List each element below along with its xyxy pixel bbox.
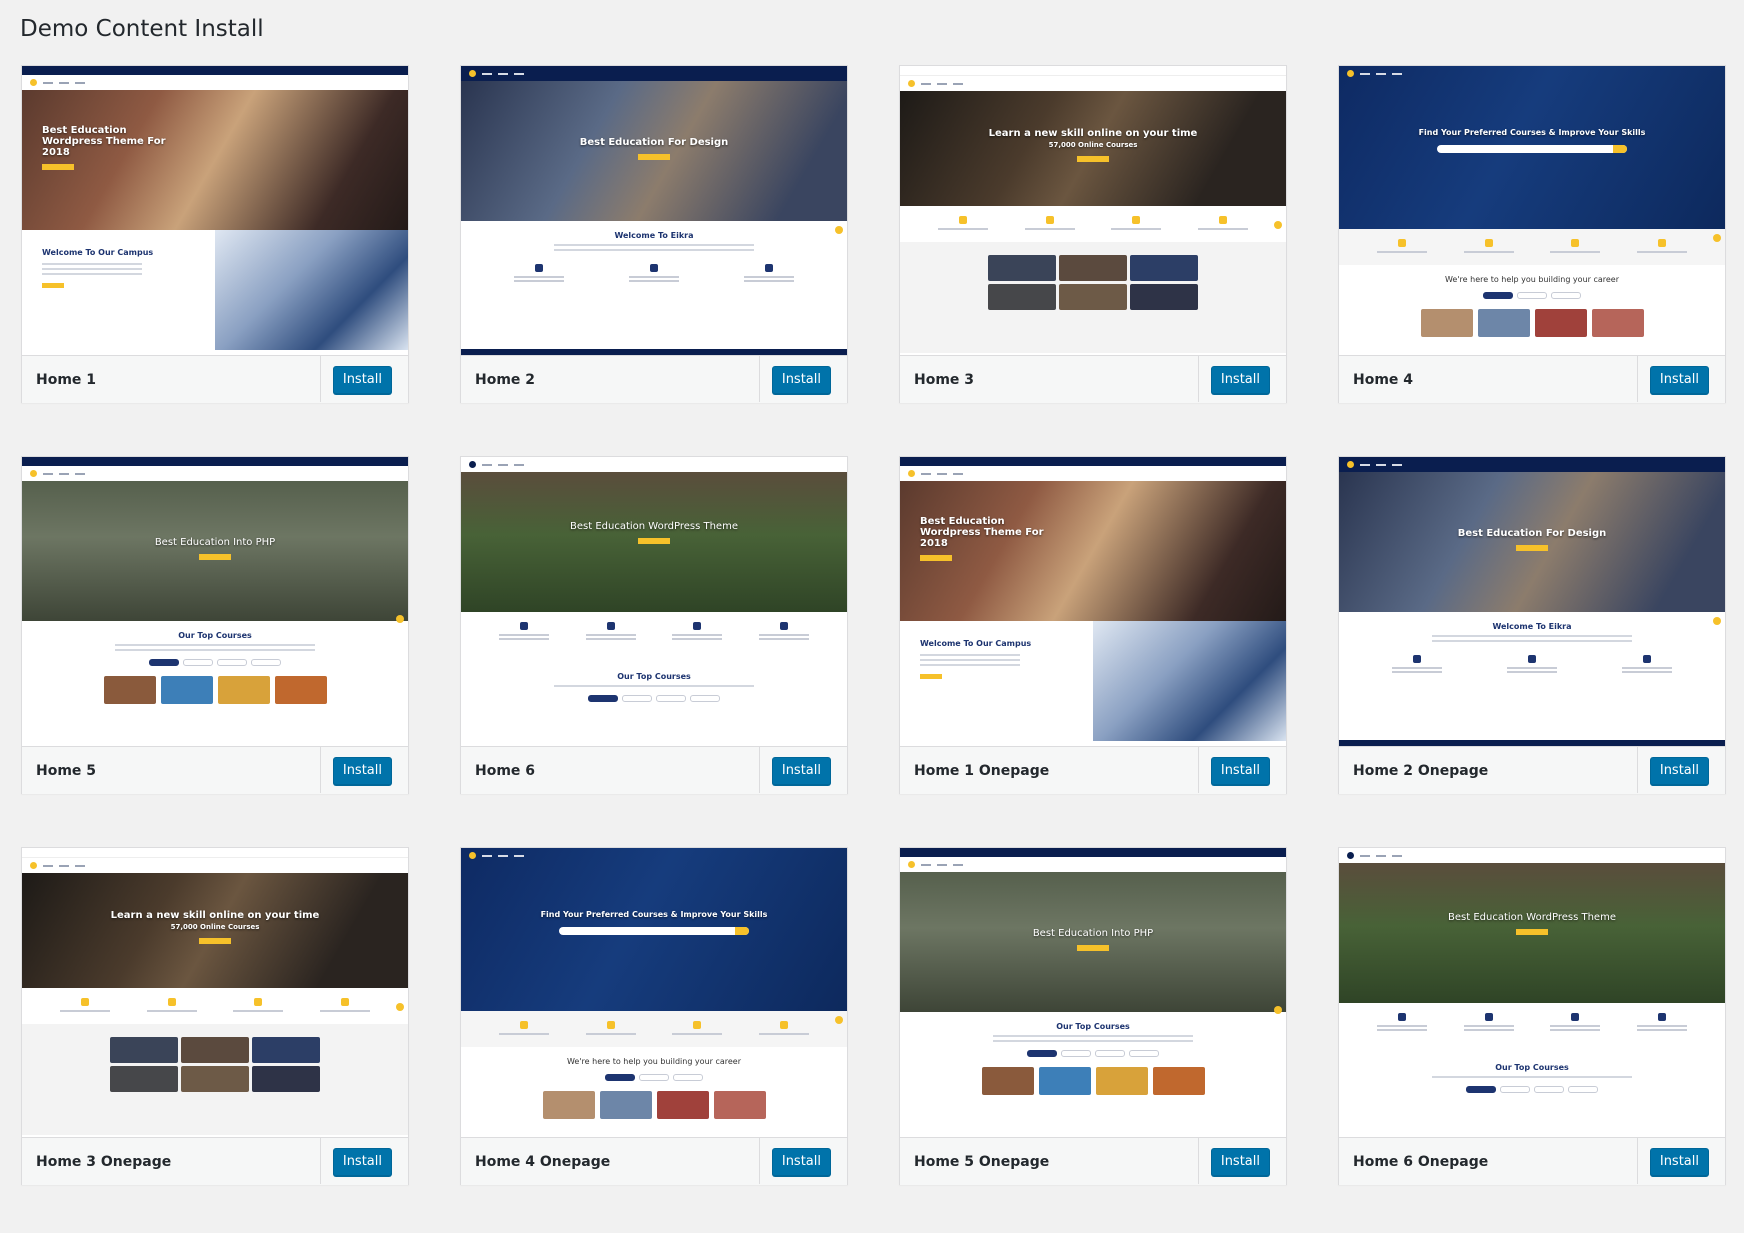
demo-card-home-5: Best Education Into PHP Our Top Courses …	[21, 456, 409, 794]
demo-name: Home 6 Onepage	[1353, 1153, 1489, 1170]
demo-name: Home 2 Onepage	[1353, 762, 1489, 779]
preview-hero-title: Find Your Preferred Courses & Improve Yo…	[1418, 127, 1646, 137]
install-button[interactable]: Install	[771, 365, 831, 394]
preview-hero-subtitle: 57,000 Online Courses	[1048, 140, 1138, 149]
demo-card-home-4: Find Your Preferred Courses & Improve Yo…	[1338, 65, 1726, 403]
preview-hero-title: Best Education For Design	[579, 137, 729, 148]
preview-section-title: Welcome To Our Campus	[920, 639, 1032, 648]
demo-screenshot[interactable]: Best Education For Design Welcome To Eik…	[1339, 457, 1725, 747]
demo-screenshot[interactable]: Best Education For Design Welcome To Eik…	[461, 66, 847, 356]
demo-name: Home 3 Onepage	[36, 1153, 172, 1170]
demo-screenshot[interactable]: Best Education Wordpress Theme For 2018 …	[22, 66, 408, 356]
preview-hero-title: Find Your Preferred Courses & Improve Yo…	[540, 909, 768, 919]
preview-section-title: Our Top Courses	[617, 672, 691, 681]
install-button[interactable]: Install	[332, 756, 392, 785]
install-button[interactable]: Install	[1649, 365, 1709, 394]
preview-section-title: Welcome To Eikra	[1492, 622, 1572, 631]
preview-hero-title: Best Education Wordpress Theme For 2018	[920, 516, 1044, 549]
demo-name: Home 2	[475, 371, 536, 388]
demo-name: Home 5 Onepage	[914, 1153, 1050, 1170]
demo-name: Home 5	[36, 762, 97, 779]
preview-section-title: Welcome To Eikra	[614, 231, 694, 240]
demo-screenshot[interactable]: Learn a new skill online on your time 57,…	[22, 848, 408, 1138]
demo-card-home-4-onepage: Find Your Preferred Courses & Improve Yo…	[460, 847, 848, 1185]
install-button[interactable]: Install	[1649, 756, 1709, 785]
install-button[interactable]: Install	[332, 365, 392, 394]
preview-hero-title: Learn a new skill online on your time	[110, 909, 320, 921]
demo-screenshot[interactable]: Learn a new skill online on your time 57,…	[900, 66, 1286, 356]
preview-hero-title: Best Education Into PHP	[154, 537, 276, 548]
demo-card-home-1-onepage: Best Education Wordpress Theme For 2018 …	[899, 456, 1287, 794]
preview-hero-title: Best Education Into PHP	[1032, 928, 1154, 939]
preview-hero-title: Best Education Wordpress Theme For 2018	[42, 125, 166, 158]
demo-card-home-2: Best Education For Design Welcome To Eik…	[460, 65, 848, 403]
install-button[interactable]: Install	[1210, 1147, 1270, 1176]
demo-name: Home 4 Onepage	[475, 1153, 611, 1170]
install-button[interactable]: Install	[1649, 1147, 1709, 1176]
demo-screenshot[interactable]: Best Education Into PHP Our Top Courses	[900, 848, 1286, 1138]
demo-screenshot[interactable]: Best Education WordPress Theme Our Top C…	[1339, 848, 1725, 1138]
install-button[interactable]: Install	[332, 1147, 392, 1176]
demo-card-home-3-onepage: Learn a new skill online on your time 57,…	[21, 847, 409, 1185]
demo-screenshot[interactable]: Best Education Into PHP Our Top Courses	[22, 457, 408, 747]
preview-section-title: We're here to help you building your car…	[566, 1057, 742, 1066]
demo-card-home-6-onepage: Best Education WordPress Theme Our Top C…	[1338, 847, 1726, 1185]
install-button[interactable]: Install	[771, 1147, 831, 1176]
demo-name: Home 1 Onepage	[914, 762, 1050, 779]
demo-card-home-2-onepage: Best Education For Design Welcome To Eik…	[1338, 456, 1726, 794]
preview-section-title: Welcome To Our Campus	[42, 248, 154, 257]
install-button[interactable]: Install	[1210, 365, 1270, 394]
demo-card-home-6: Best Education WordPress Theme Our Top C…	[460, 456, 848, 794]
page-title: Demo Content Install	[20, 16, 264, 42]
demo-card-home-5-onepage: Best Education Into PHP Our Top Courses …	[899, 847, 1287, 1185]
preview-hero-title: Best Education For Design	[1457, 528, 1607, 539]
demo-screenshot[interactable]: Best Education Wordpress Theme For 2018 …	[900, 457, 1286, 747]
demo-grid: Best Education Wordpress Theme For 2018 …	[21, 65, 1726, 1185]
demo-name: Home 1	[36, 371, 97, 388]
install-button[interactable]: Install	[1210, 756, 1270, 785]
preview-section-title: Our Top Courses	[1056, 1022, 1130, 1031]
demo-card-home-3: Learn a new skill online on your time 57,…	[899, 65, 1287, 403]
preview-hero-subtitle: 57,000 Online Courses	[170, 922, 260, 931]
preview-hero-title: Best Education WordPress Theme	[570, 521, 738, 532]
preview-section-title: We're here to help you building your car…	[1444, 275, 1620, 284]
demo-name: Home 3	[914, 371, 975, 388]
preview-hero-title: Best Education WordPress Theme	[1448, 912, 1616, 923]
demo-name: Home 4	[1353, 371, 1414, 388]
demo-name: Home 6	[475, 762, 536, 779]
demo-screenshot[interactable]: Find Your Preferred Courses & Improve Yo…	[461, 848, 847, 1138]
preview-section-title: Our Top Courses	[1495, 1063, 1569, 1072]
demo-screenshot[interactable]: Find Your Preferred Courses & Improve Yo…	[1339, 66, 1725, 356]
demo-screenshot[interactable]: Best Education WordPress Theme Our Top C…	[461, 457, 847, 747]
preview-hero-title: Learn a new skill online on your time	[988, 127, 1198, 139]
preview-section-title: Our Top Courses	[178, 631, 252, 640]
install-button[interactable]: Install	[771, 756, 831, 785]
demo-card-home-1: Best Education Wordpress Theme For 2018 …	[21, 65, 409, 403]
